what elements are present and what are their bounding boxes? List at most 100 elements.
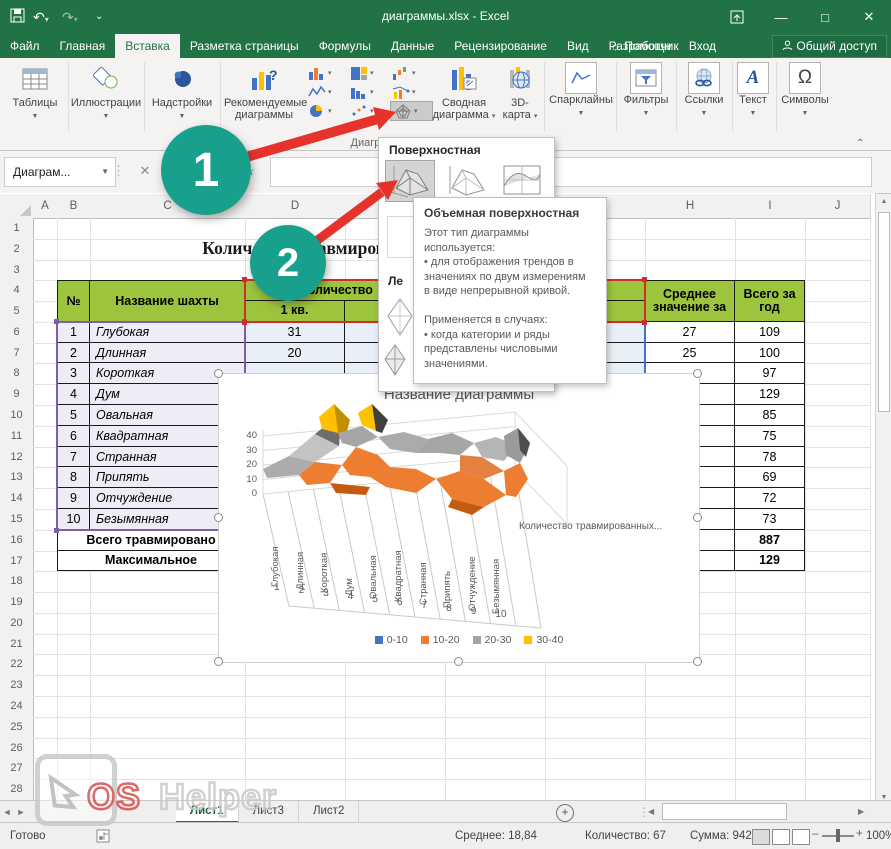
share-button[interactable]: Общий доступ	[772, 35, 887, 58]
insert-scatter-chart-button[interactable]: ▾	[350, 102, 384, 120]
chart-handle[interactable]	[214, 369, 223, 378]
row-header-21[interactable]: 21	[0, 634, 34, 656]
cell-summary-label-2[interactable]: Максимальное	[57, 551, 245, 572]
cell-num-row1[interactable]: 1	[57, 322, 90, 343]
cell-total-row7[interactable]: 78	[735, 447, 805, 468]
header-q1[interactable]: 1 кв.	[245, 301, 345, 322]
row-header-19[interactable]: 19	[0, 592, 34, 614]
cell-name-row2[interactable]: Длинная	[90, 343, 245, 364]
chart-object[interactable]: Название диаграммы	[218, 373, 700, 663]
row-header-22[interactable]: 22	[0, 654, 34, 676]
sheet-tab-Лист2[interactable]: Лист2	[299, 801, 359, 823]
tab-help[interactable]: ☼ Помощн	[610, 34, 671, 58]
cell-num-row8[interactable]: 8	[57, 467, 90, 488]
row-header-9[interactable]: 9	[0, 384, 34, 406]
new-sheet-button[interactable]: +	[556, 804, 574, 822]
minimize-button[interactable]: —	[759, 0, 803, 34]
menu-item-contour[interactable]	[497, 160, 547, 202]
row-header-27[interactable]: 27	[0, 758, 34, 780]
insert-pie-chart-button[interactable]: ▾	[308, 102, 342, 120]
menu-item-partial-icon[interactable]	[387, 216, 415, 258]
row-header-4[interactable]: 4	[0, 280, 34, 302]
zoom-in-button[interactable]: +	[856, 828, 863, 840]
links-button[interactable]: Ссылки▼	[678, 62, 730, 138]
cell-total-row5[interactable]: 85	[735, 405, 805, 426]
insert-line-chart-button[interactable]: ▾	[308, 83, 342, 101]
cell-avg-row1[interactable]: 27	[645, 322, 735, 343]
zoom-out-button[interactable]: –	[812, 828, 818, 840]
col-header-J[interactable]: J	[805, 194, 871, 219]
col-header-B[interactable]: B	[57, 194, 91, 219]
row-header-17[interactable]: 17	[0, 551, 34, 573]
tab-nav-left-icon[interactable]: ◄	[0, 801, 14, 823]
header-total[interactable]: Всего за год	[735, 280, 805, 322]
row-header-5[interactable]: 5	[0, 301, 34, 323]
chart-legend[interactable]: 0-1010-2020-3030-40	[329, 634, 609, 646]
pivot-chart-button[interactable]: Сводная диаграмма ▾	[432, 62, 496, 138]
cell-summary-total-2[interactable]: 129	[735, 551, 805, 572]
formula-input[interactable]	[270, 157, 872, 187]
tables-button[interactable]: Таблицы▼	[4, 62, 66, 138]
row-header-10[interactable]: 10	[0, 405, 34, 427]
sheet-tab-Лист1[interactable]: Лист1	[176, 801, 239, 823]
col-header-D[interactable]: D	[245, 194, 346, 219]
header-mine-name[interactable]: Название шахты	[90, 280, 245, 322]
row-header-13[interactable]: 13	[0, 467, 34, 489]
cell-total-row1[interactable]: 109	[735, 322, 805, 343]
row-header-3[interactable]: 3	[0, 260, 34, 282]
chart-handle[interactable]	[693, 657, 702, 666]
zoom-level[interactable]: 100%	[866, 830, 891, 842]
insert-hierarchy-chart-button[interactable]: ▾	[350, 64, 384, 82]
row-header-20[interactable]: 20	[0, 613, 34, 635]
filters-button[interactable]: Фильтры▼	[618, 62, 674, 138]
cell-num-row4[interactable]: 4	[57, 384, 90, 405]
cell-num-row10[interactable]: 10	[57, 509, 90, 530]
insert-combo-chart-button[interactable]: ▾	[392, 83, 426, 101]
map-3d-button[interactable]: 3D-карта ▾	[498, 62, 542, 138]
chart-handle[interactable]	[214, 513, 223, 522]
cell-num-row2[interactable]: 2	[57, 343, 90, 364]
col-header-H[interactable]: H	[645, 194, 736, 219]
row-header-24[interactable]: 24	[0, 696, 34, 718]
cell-q1-row1[interactable]: 31	[245, 322, 345, 343]
insert-column-chart-button[interactable]: ▾	[308, 64, 342, 82]
cell-total-row8[interactable]: 69	[735, 467, 805, 488]
cell-q1-row2[interactable]: 20	[245, 343, 345, 364]
sparklines-button[interactable]: Спарклайны▼	[548, 62, 614, 138]
row-header-23[interactable]: 23	[0, 675, 34, 697]
radar-menu-icon[interactable]	[387, 296, 413, 338]
vscroll-thumb[interactable]	[878, 212, 890, 412]
header-num[interactable]: №	[57, 280, 90, 322]
hscroll-thumb[interactable]	[662, 803, 787, 820]
cell-num-row7[interactable]: 7	[57, 447, 90, 468]
hscroll-left-icon[interactable]: ◀	[648, 807, 654, 816]
vertical-scrollbar[interactable]: ▲ ▼	[875, 194, 891, 805]
row-header-28[interactable]: 28	[0, 779, 34, 801]
tab-Вставка[interactable]: Вставка	[115, 34, 180, 58]
tab-Главная[interactable]: Главная	[50, 34, 116, 58]
insert-waterfall-chart-button[interactable]: ▾	[392, 64, 426, 82]
maximize-button[interactable]: □	[803, 0, 847, 34]
tab-Файл[interactable]: Файл	[0, 34, 50, 58]
row-header-16[interactable]: 16	[0, 530, 34, 552]
row-header-14[interactable]: 14	[0, 488, 34, 510]
cell-num-row5[interactable]: 5	[57, 405, 90, 426]
cell-total-row9[interactable]: 72	[735, 488, 805, 509]
collapse-ribbon-icon[interactable]: ⌃	[856, 138, 864, 149]
cancel-icon[interactable]: ✕	[134, 157, 156, 185]
cell-total-row2[interactable]: 100	[735, 343, 805, 364]
illustrations-button[interactable]: Иллюстрации▼	[70, 62, 142, 138]
select-all-corner[interactable]	[0, 194, 34, 219]
cell-num-row3[interactable]: 3	[57, 363, 90, 384]
chart-handle[interactable]	[693, 369, 702, 378]
zoom-slider-thumb[interactable]	[836, 829, 840, 842]
row-header-2[interactable]: 2	[0, 239, 34, 261]
status-count[interactable]: Количество: 67	[585, 830, 666, 842]
row-header-12[interactable]: 12	[0, 447, 34, 469]
macro-record-icon[interactable]	[96, 829, 110, 846]
insert-surface-radar-chart-button[interactable]: ▾	[390, 101, 433, 121]
view-normal-icon[interactable]	[752, 829, 770, 845]
row-header-7[interactable]: 7	[0, 343, 34, 365]
cell-avg-row2[interactable]: 25	[645, 343, 735, 364]
col-header-A[interactable]: A	[33, 194, 58, 219]
